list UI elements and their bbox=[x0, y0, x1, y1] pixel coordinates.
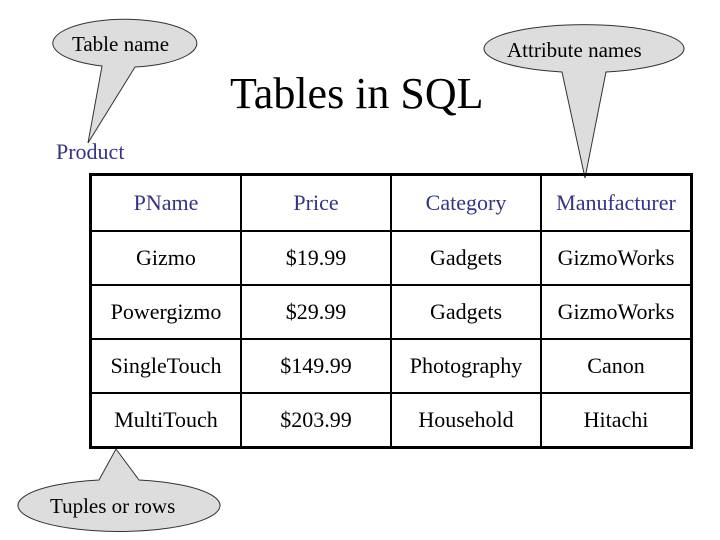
table-cell: $203.99 bbox=[240, 392, 392, 449]
table-cell: Canon bbox=[540, 338, 693, 394]
table-cell: GizmoWorks bbox=[540, 230, 693, 286]
table-cell: SingleTouch bbox=[89, 338, 242, 394]
table-row: Powergizmo $29.99 Gadgets GizmoWorks bbox=[89, 284, 693, 340]
table-cell: Gadgets bbox=[390, 230, 542, 286]
table-row: SingleTouch $149.99 Photography Canon bbox=[89, 338, 693, 394]
attribute-names-callout-label: Attribute names bbox=[507, 38, 642, 62]
table-cell: Powergizmo bbox=[89, 284, 242, 340]
header-row: PName Price Category Manufacturer bbox=[89, 173, 693, 232]
column-header: Category bbox=[390, 173, 542, 232]
table-name-label: Product bbox=[56, 139, 125, 164]
column-header: PName bbox=[89, 173, 242, 232]
table-cell: $19.99 bbox=[240, 230, 392, 286]
table-cell: Household bbox=[390, 392, 542, 449]
table-cell: Photography bbox=[390, 338, 542, 394]
table-cell: $149.99 bbox=[240, 338, 392, 394]
table-cell: Gadgets bbox=[390, 284, 542, 340]
table-cell: $29.99 bbox=[240, 284, 392, 340]
page-title: Tables in SQL bbox=[230, 69, 484, 118]
table-name-callout-label: Table name bbox=[72, 32, 170, 56]
table-cell: MultiTouch bbox=[89, 392, 242, 449]
table-row: Gizmo $19.99 Gadgets GizmoWorks bbox=[89, 230, 693, 286]
table-cell: Gizmo bbox=[89, 230, 242, 286]
tuples-callout-label: Tuples or rows bbox=[50, 494, 176, 518]
table-cell: Hitachi bbox=[540, 392, 693, 449]
product-table: PName Price Category Manufacturer Gizmo … bbox=[89, 173, 693, 449]
tuples-callout bbox=[17, 448, 221, 532]
column-header: Price bbox=[240, 173, 392, 232]
table-row: MultiTouch $203.99 Household Hitachi bbox=[89, 392, 693, 449]
column-header: Manufacturer bbox=[540, 173, 693, 232]
table-cell: GizmoWorks bbox=[540, 284, 693, 340]
